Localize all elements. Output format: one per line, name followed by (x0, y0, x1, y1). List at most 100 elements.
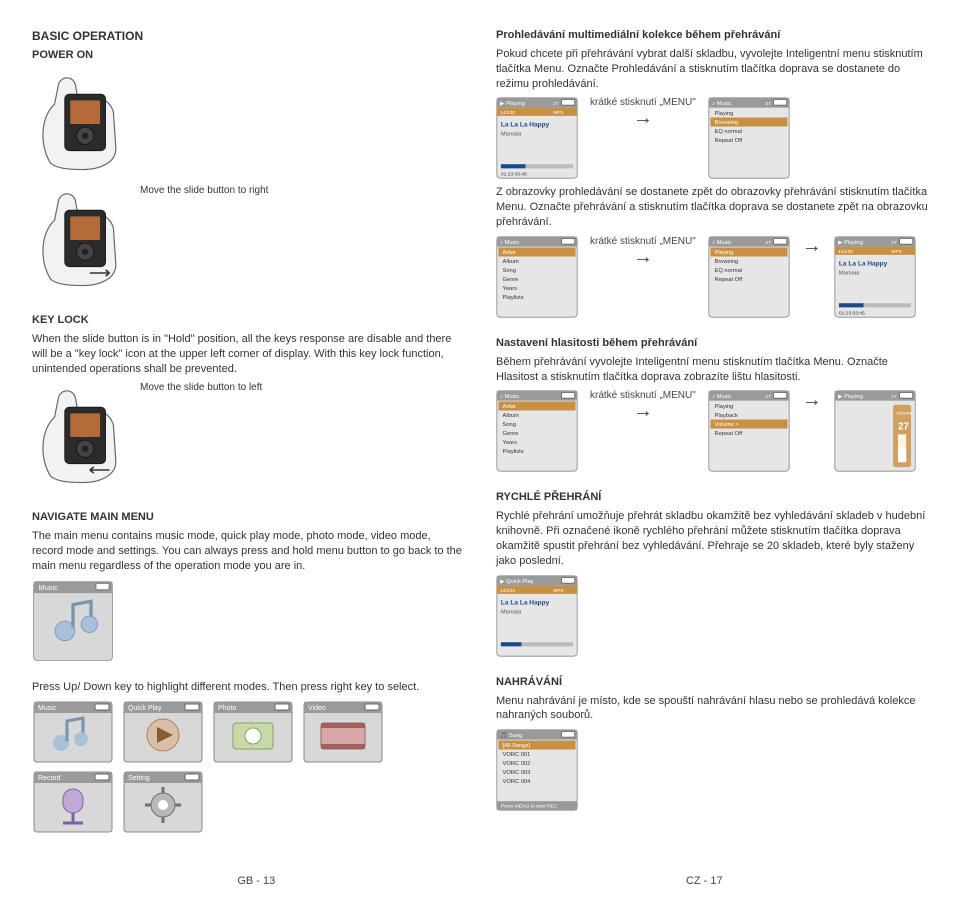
svg-text:Mamaia: Mamaia (501, 132, 522, 138)
menu-tile-record: Record (32, 771, 114, 833)
svg-text:Artist: Artist (503, 250, 516, 256)
svg-text:♪ Music: ♪ Music (500, 395, 520, 401)
svg-text:La La La Happy: La La La Happy (839, 260, 888, 267)
svg-text:14/220: 14/220 (500, 111, 515, 117)
press-updown-text: Press Up/ Down key to highlight differen… (32, 680, 464, 695)
menu-tile-video: Video (302, 701, 384, 763)
svg-text:27: 27 (898, 422, 909, 433)
browse-body: Pokud chcete při přehrávání vybrat další… (496, 47, 928, 92)
menu-tiles-row: Music Quick Play Photo Video Record (32, 701, 464, 833)
right-column: Prohledávání multimediální kolekce během… (496, 24, 928, 851)
svg-text:Volume >: Volume > (714, 423, 739, 429)
navigate-body: The main menu contains music mode, quick… (32, 529, 464, 574)
heading-key-lock: KEY LOCK (32, 313, 464, 328)
svg-text:MP3: MP3 (553, 111, 563, 117)
arrow-right-icon: → (802, 390, 822, 410)
screen-quickplay: ▶ Quick Play 14/220 MP3 La La La Happy M… (496, 575, 578, 657)
svg-text:Mamaia: Mamaia (501, 609, 522, 615)
heading-volume: Nastavení hlasitosti během přehrávání (496, 336, 928, 351)
svg-text:Song: Song (503, 268, 516, 274)
arrow-right-icon: → (633, 247, 653, 267)
svg-text:Record: Record (38, 775, 61, 782)
svg-text:27: 27 (765, 102, 771, 108)
menu-tile-quick-play: Quick Play (122, 701, 204, 763)
volume-body: Během přehrávání vyvolejte Inteligentní … (496, 355, 928, 385)
svg-text:Genre: Genre (503, 432, 519, 438)
svg-text:Music: Music (39, 583, 59, 592)
caption-slide-right: Move the slide button to right (140, 185, 268, 196)
svg-text:VORC 001: VORC 001 (503, 752, 531, 758)
svg-text:Repeat Off: Repeat Off (714, 277, 742, 283)
menu-tile-music: Music (32, 701, 114, 763)
svg-text:Quick Play: Quick Play (128, 705, 162, 712)
screen-browse-menu-2: ♪ Music 27PlayingBrowsingEQ normalRepeat… (708, 236, 790, 318)
key-lock-body: When the slide button is in "Hold" posit… (32, 332, 464, 377)
svg-text:La La La Happy: La La La Happy (501, 599, 550, 606)
menu-tile-photo: Photo (212, 701, 294, 763)
svg-text:27: 27 (765, 240, 771, 246)
menu-tile-music-large: Music (32, 580, 114, 662)
heading-power-on: POWER ON (32, 48, 464, 63)
basic-operation-section: BASIC OPERATION POWER ON Move the slide … (32, 28, 464, 295)
key-lock-section: KEY LOCK When the slide button is in "Ho… (32, 313, 464, 492)
illustration-hand-slide-left (32, 382, 132, 492)
svg-text:♪ Music: ♪ Music (712, 240, 732, 246)
svg-text:27: 27 (553, 102, 559, 108)
screen-song-list: 🎵 Song [All Songs]VORC 001VORC 002VORC 0… (496, 729, 578, 811)
svg-text:Playlists: Playlists (503, 295, 524, 301)
svg-text:Browsing: Browsing (714, 120, 738, 126)
svg-text:Years: Years (503, 441, 518, 447)
screen-playing-2: ▶ Playing 27 14/220 MP3 La La La Happy M… (834, 236, 916, 318)
quickplay-section: RYCHLÉ PŘEHRÁNÍ Rychlé přehrání umožňuje… (496, 490, 928, 656)
svg-text:Playing: Playing (714, 250, 733, 256)
record-body: Menu nahrávání je místo, kde se spouští … (496, 694, 928, 724)
svg-text:VORC 003: VORC 003 (503, 770, 531, 776)
svg-text:Playlists: Playlists (503, 450, 524, 456)
svg-text:Photo: Photo (218, 705, 236, 712)
screen-browse-list: ♪ Music ArtistAlbumSongGenreYearsPlaylis… (496, 236, 578, 318)
svg-text:Repeat Off: Repeat Off (714, 432, 742, 438)
caption-slide-left: Move the slide button to left (140, 382, 262, 393)
svg-text:01:23 03:45: 01:23 03:45 (501, 172, 527, 178)
page-footer: GB - 13 CZ - 17 (32, 875, 928, 887)
svg-text:Album: Album (503, 413, 519, 419)
svg-text:14/220: 14/220 (838, 249, 853, 255)
svg-text:VORC 004: VORC 004 (503, 779, 532, 785)
arrow-right-icon: → (633, 401, 653, 421)
svg-text:La La La Happy: La La La Happy (501, 122, 550, 129)
svg-text:Artist: Artist (503, 404, 516, 410)
svg-text:▶ Playing: ▶ Playing (838, 395, 863, 401)
svg-text:EQ normal: EQ normal (714, 268, 741, 274)
volume-section: Nastavení hlasitosti během přehrávání Bě… (496, 336, 928, 473)
heading-quickplay: RYCHLÉ PŘEHRÁNÍ (496, 490, 928, 505)
navigate-main-menu-section: NAVIGATE MAIN MENU The main menu contain… (32, 510, 464, 661)
svg-text:Playing: Playing (714, 111, 733, 117)
svg-text:▶ Playing: ▶ Playing (500, 102, 525, 108)
svg-text:Playback: Playback (714, 413, 737, 419)
arrow-right-icon: → (802, 236, 822, 256)
illustration-hand-slide-right (32, 185, 132, 295)
browse-back-body: Z obrazovky prohledávání se dostanete zp… (496, 185, 928, 230)
arrow-menu-tap-3: krátké stisknutí „MENU" → (586, 390, 700, 421)
browse-section: Prohledávání multimediální kolekce během… (496, 28, 928, 318)
svg-text:Repeat Off: Repeat Off (714, 138, 742, 144)
heading-basic-operation: BASIC OPERATION (32, 28, 464, 44)
arrow-4: → (798, 390, 826, 410)
svg-text:EQ normal: EQ normal (714, 129, 741, 135)
svg-text:27: 27 (891, 240, 897, 246)
svg-text:VORC 002: VORC 002 (503, 761, 531, 767)
screen-browse-menu-1: ♪ Music 27 Playing Browsing EQ normal Repeat… (708, 97, 790, 179)
svg-text:Years: Years (503, 286, 518, 292)
heading-browse: Prohledávání multimediální kolekce během… (496, 28, 928, 43)
svg-text:♪ Music: ♪ Music (712, 102, 732, 108)
footer-left: GB - 13 (237, 875, 275, 887)
arrow-menu-tap-2: krátké stisknutí „MENU" → (586, 236, 700, 267)
arrow-right-icon: → (633, 108, 653, 128)
illustration-hand-power-on (32, 69, 132, 179)
svg-text:27: 27 (765, 395, 771, 401)
svg-text:Song: Song (503, 423, 516, 429)
svg-text:Press MENU to start REC: Press MENU to start REC (501, 804, 558, 810)
svg-text:▶ Playing: ▶ Playing (838, 240, 863, 246)
quickplay-body: Rychlé přehrání umožňuje přehrát skladbu… (496, 509, 928, 568)
svg-text:14/220: 14/220 (500, 588, 515, 594)
